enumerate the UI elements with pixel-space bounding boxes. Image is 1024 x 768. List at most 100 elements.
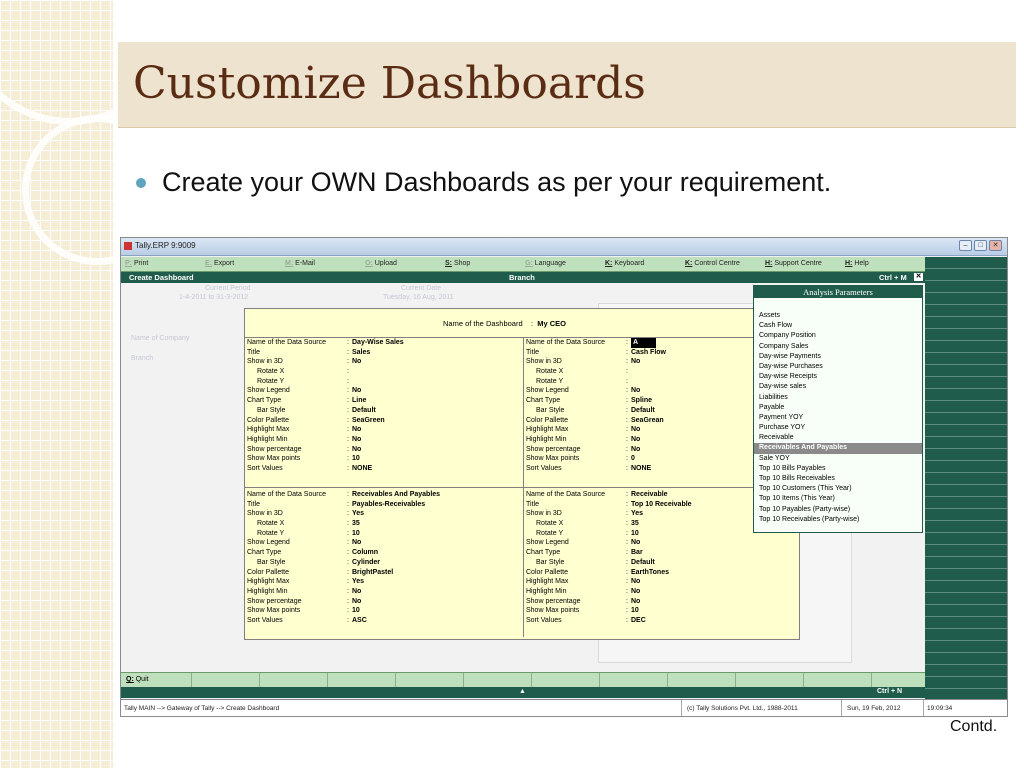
analysis-list-item[interactable]: Top 10 Items (This Year)	[754, 494, 922, 504]
config-value[interactable]: Bar	[631, 548, 643, 558]
config-value[interactable]: Column	[352, 548, 378, 558]
config-row[interactable]: Show Legend: No	[245, 386, 523, 396]
config-value[interactable]: DEC	[631, 616, 646, 626]
config-row[interactable]: Show in 3D: No	[245, 357, 523, 367]
config-value[interactable]: Default	[352, 406, 376, 416]
toolbar-button-keyboard[interactable]: K: Keyboard	[605, 260, 644, 267]
config-value[interactable]: Top 10 Receivable	[631, 500, 692, 510]
config-row[interactable]: Color Pallette: EarthTones	[524, 568, 799, 578]
config-row[interactable]: Chart Type: Column	[245, 548, 523, 558]
config-value[interactable]: Day-Wise Sales	[352, 338, 404, 348]
config-row[interactable]: Show Max points:10	[524, 606, 799, 616]
analysis-list-item[interactable]: Company Sales	[754, 342, 922, 352]
config-value[interactable]: No	[352, 386, 361, 396]
analysis-list-item[interactable]: Cash Flow	[754, 321, 922, 331]
config-row[interactable]: Show percentage: No	[245, 445, 523, 455]
toolbar-button-export[interactable]: E: Export	[205, 260, 234, 267]
config-value[interactable]: NONE	[631, 464, 651, 474]
active-input-field[interactable]: A	[631, 338, 657, 348]
toolbar-button-shop[interactable]: S: Shop	[445, 260, 470, 267]
config-value[interactable]: ASC	[352, 616, 367, 626]
analysis-list-item[interactable]: Receivables And Payables	[754, 443, 922, 454]
config-row[interactable]: Rotate X:	[245, 367, 523, 377]
config-row[interactable]: Highlight Min: No	[245, 587, 523, 597]
analysis-list-item[interactable]: Top 10 Bills Receivables	[754, 474, 922, 484]
config-row[interactable]: Rotate Y:	[245, 377, 523, 387]
config-value[interactable]: 0	[631, 454, 635, 464]
config-row[interactable]: Chart Type: Line	[245, 396, 523, 406]
config-row[interactable]: Sort Values: ASC	[245, 616, 523, 626]
analysis-list-item[interactable]: Liabilities	[754, 393, 922, 403]
config-value[interactable]: 10	[352, 606, 360, 616]
config-value[interactable]: 35	[352, 519, 360, 529]
analysis-list-item[interactable]: Company Position	[754, 331, 922, 341]
config-value[interactable]: BrightPastel	[352, 568, 393, 578]
config-row[interactable]: Highlight Min: No	[245, 435, 523, 445]
config-value[interactable]: SeaGrean	[631, 416, 664, 426]
config-row[interactable]: Title: Payables-Receivables	[245, 500, 523, 510]
analysis-list-item[interactable]: Top 10 Payables (Party-wise)	[754, 505, 922, 515]
config-value[interactable]: Sales	[352, 348, 370, 358]
config-value[interactable]: No	[631, 538, 640, 548]
config-value[interactable]: No	[352, 597, 361, 607]
config-value[interactable]: 10	[631, 529, 639, 539]
analysis-list-item[interactable]: Receivable	[754, 433, 922, 443]
analysis-list-item[interactable]: Top 10 Customers (This Year)	[754, 484, 922, 494]
maximize-icon[interactable]: □	[974, 240, 987, 251]
config-row[interactable]: Highlight Max: No	[524, 577, 799, 587]
toolbar-button-language[interactable]: G: Language	[525, 260, 566, 267]
config-value[interactable]: Receivables And Payables	[352, 490, 440, 500]
config-value[interactable]: No	[631, 435, 640, 445]
config-value[interactable]: No	[352, 445, 361, 455]
toolbar-button-print[interactable]: P: Print	[125, 260, 148, 267]
config-value[interactable]: No	[631, 597, 640, 607]
config-value[interactable]: No	[631, 357, 640, 367]
minimize-icon[interactable]: –	[959, 240, 972, 251]
config-row[interactable]: Show Legend: No	[245, 538, 523, 548]
config-row[interactable]: Sort Values: NONE	[245, 464, 523, 474]
config-value[interactable]: No	[352, 357, 361, 367]
config-value[interactable]: Cylinder	[352, 558, 380, 568]
analysis-list-item[interactable]: Day-wise Purchases	[754, 362, 922, 372]
config-value[interactable]: Receivable	[631, 490, 668, 500]
config-value[interactable]: Yes	[352, 509, 364, 519]
config-value[interactable]: Line	[352, 396, 366, 406]
config-value[interactable]: Yes	[352, 577, 364, 587]
config-value[interactable]: Yes	[631, 509, 643, 519]
config-value[interactable]: NONE	[352, 464, 372, 474]
config-row[interactable]: Rotate Y:10	[245, 529, 523, 539]
config-row[interactable]: Show percentage: No	[524, 597, 799, 607]
toolbar-button-support-centre[interactable]: H: Support Centre	[765, 260, 822, 267]
toolbar-button-control-centre[interactable]: K: Control Centre	[685, 260, 740, 267]
config-value[interactable]: Default	[631, 406, 655, 416]
quit-button[interactable]: Q: Quit	[126, 676, 149, 683]
config-value[interactable]: No	[631, 577, 640, 587]
config-value[interactable]: 10	[631, 606, 639, 616]
config-value[interactable]: No	[352, 435, 361, 445]
config-value[interactable]: 10	[352, 529, 360, 539]
config-value[interactable]: 10	[352, 454, 360, 464]
toolbar-button-help[interactable]: H: Help	[845, 260, 869, 267]
config-value[interactable]: SeaGreen	[352, 416, 385, 426]
config-value[interactable]: No	[352, 587, 361, 597]
close-icon[interactable]: ✕	[989, 240, 1002, 251]
config-value[interactable]: No	[631, 445, 640, 455]
analysis-list-item[interactable]: Top 10 Bills Payables	[754, 464, 922, 474]
config-value[interactable]: No	[631, 587, 640, 597]
config-row[interactable]: Highlight Min: No	[524, 587, 799, 597]
config-value[interactable]: No	[352, 538, 361, 548]
toolbar-button-e-mail[interactable]: M: E-Mail	[285, 260, 315, 267]
analysis-list-item[interactable]: Day-wise sales	[754, 382, 922, 392]
config-row[interactable]: Name of the Data Source: Day-Wise Sales	[245, 338, 523, 348]
config-row[interactable]: Color Pallette: SeaGreen	[245, 416, 523, 426]
dashboard-name-row[interactable]: Name of the Dashboard : My CEO	[443, 319, 566, 328]
toolbar-button-upload[interactable]: O: Upload	[365, 260, 397, 267]
config-row[interactable]: Sort Values: DEC	[524, 616, 799, 626]
config-row[interactable]: Rotate X:35	[245, 519, 523, 529]
analysis-list-item[interactable]: Top 10 Receivables (Party-wise)	[754, 515, 922, 525]
config-value[interactable]: Default	[631, 558, 655, 568]
config-row[interactable]: Bar Style: Default	[524, 558, 799, 568]
config-row[interactable]: Highlight Max: No	[245, 425, 523, 435]
config-row[interactable]: Chart Type: Bar	[524, 548, 799, 558]
scroll-up-icon[interactable]: ▲	[519, 688, 526, 695]
